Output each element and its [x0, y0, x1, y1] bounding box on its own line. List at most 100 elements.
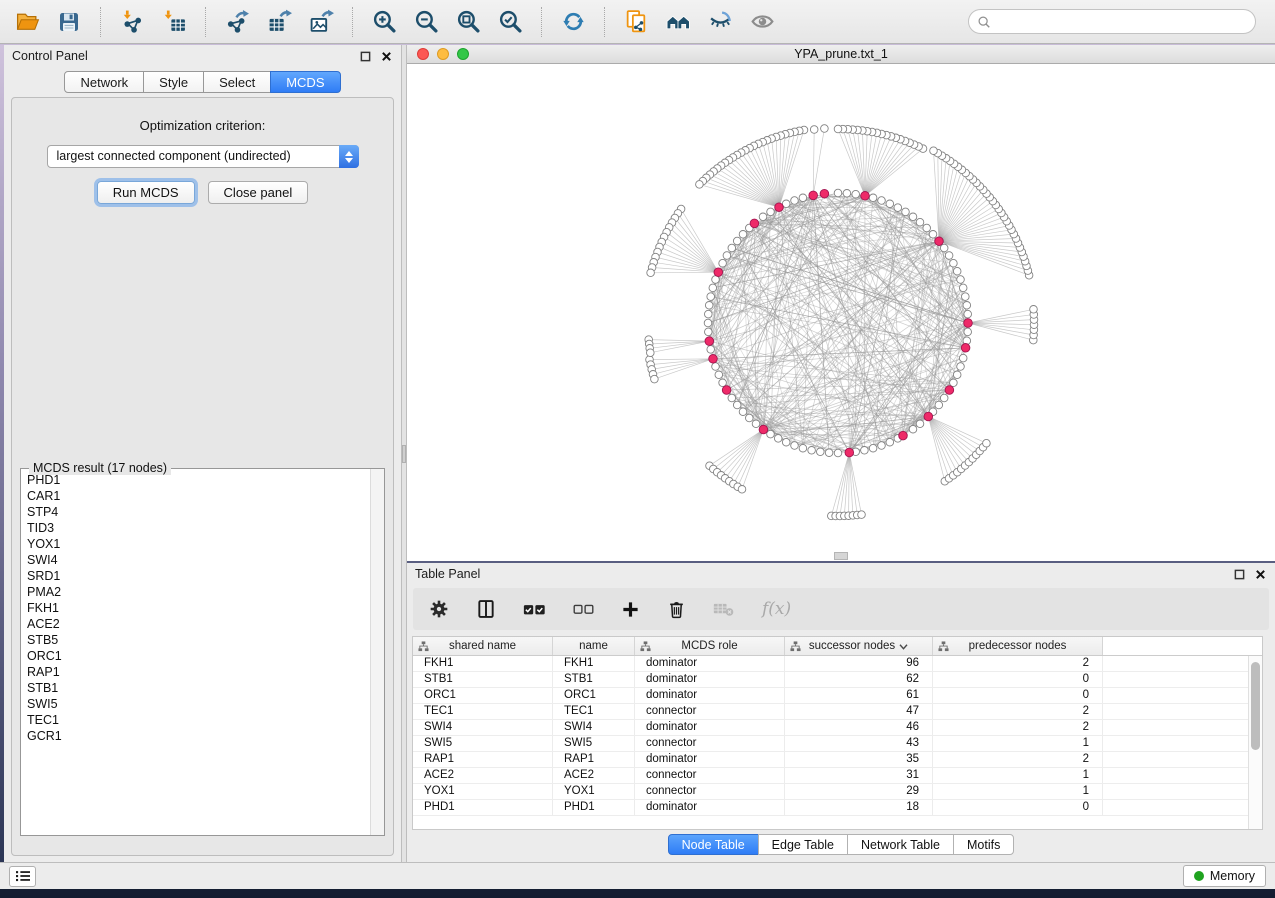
deselect-all-rows-button[interactable] — [573, 603, 594, 616]
mcds-hub-node[interactable] — [722, 386, 731, 395]
mcds-hub-node[interactable] — [924, 412, 933, 421]
network-node[interactable] — [957, 363, 965, 371]
refresh-view-button[interactable] — [557, 5, 589, 39]
select-all-rows-button[interactable] — [523, 602, 546, 617]
network-node[interactable] — [739, 231, 747, 239]
mcds-hub-node[interactable] — [709, 355, 718, 364]
network-node[interactable] — [705, 302, 713, 310]
network-node[interactable] — [957, 276, 965, 284]
table-scrollbar[interactable] — [1248, 656, 1262, 829]
tab-motifs[interactable]: Motifs — [953, 834, 1014, 855]
network-node[interactable] — [964, 328, 972, 336]
mcds-result-item[interactable]: PMA2 — [21, 584, 370, 600]
network-node[interactable] — [843, 190, 851, 198]
import-network-button[interactable] — [116, 5, 148, 39]
network-node[interactable] — [962, 293, 970, 301]
mcds-hub-node[interactable] — [705, 337, 714, 346]
network-node[interactable] — [774, 435, 782, 443]
export-table-button[interactable] — [263, 5, 295, 39]
close-panel-icon[interactable] — [1253, 567, 1267, 581]
network-node[interactable] — [930, 147, 938, 155]
table-row[interactable]: SWI5SWI5connector431 — [413, 736, 1248, 752]
column-layout-button[interactable] — [476, 599, 496, 619]
zoom-in-button[interactable] — [368, 5, 400, 39]
network-node[interactable] — [950, 259, 958, 267]
mcds-result-item[interactable]: FKH1 — [21, 600, 370, 616]
network-node[interactable] — [647, 269, 655, 277]
mcds-hub-node[interactable] — [750, 219, 759, 228]
settings-gear-button[interactable] — [429, 599, 449, 619]
mcds-result-item[interactable]: RAP1 — [21, 664, 370, 680]
mcds-result-item[interactable]: STB1 — [21, 680, 370, 696]
save-session-button[interactable] — [53, 5, 85, 39]
network-node[interactable] — [959, 354, 967, 362]
network-node[interactable] — [878, 197, 886, 205]
import-table-button[interactable] — [158, 5, 190, 39]
mcds-hub-node[interactable] — [759, 425, 768, 434]
network-node[interactable] — [715, 371, 723, 379]
mcds-hub-node[interactable] — [961, 344, 970, 353]
network-node[interactable] — [916, 218, 924, 226]
mcds-hub-node[interactable] — [809, 191, 818, 200]
network-node[interactable] — [929, 231, 937, 239]
network-node[interactable] — [651, 375, 659, 383]
network-node[interactable] — [935, 401, 943, 409]
network-node[interactable] — [738, 486, 746, 494]
table-row[interactable]: ACE2ACE2connector311 — [413, 768, 1248, 784]
network-node[interactable] — [858, 511, 866, 519]
tab-select[interactable]: Select — [203, 71, 271, 93]
float-panel-icon[interactable] — [1232, 567, 1246, 581]
network-node[interactable] — [894, 204, 902, 212]
mcds-result-item[interactable]: STP4 — [21, 504, 370, 520]
network-node[interactable] — [953, 371, 961, 379]
network-node[interactable] — [909, 213, 917, 221]
mcds-result-item[interactable]: GCR1 — [21, 728, 370, 744]
mcds-hub-node[interactable] — [714, 268, 723, 277]
network-node[interactable] — [704, 319, 712, 327]
network-node[interactable] — [696, 181, 704, 189]
memory-button[interactable]: Memory — [1183, 865, 1266, 887]
network-node[interactable] — [808, 447, 816, 455]
network-node[interactable] — [983, 439, 991, 447]
export-network-button[interactable] — [221, 5, 253, 39]
hide-graphics-details-button[interactable] — [704, 5, 736, 39]
table-row[interactable]: ORC1ORC1dominator610 — [413, 688, 1248, 704]
result-list-scrollbar[interactable] — [370, 469, 384, 835]
function-builder-button[interactable]: f(x) — [762, 599, 791, 619]
search-input[interactable] — [996, 14, 1255, 30]
table-row[interactable]: FKH1FKH1dominator962 — [413, 656, 1248, 672]
tab-style[interactable]: Style — [143, 71, 204, 93]
network-node[interactable] — [817, 448, 825, 456]
run-mcds-button[interactable]: Run MCDS — [97, 181, 195, 204]
mcds-result-item[interactable]: SWI5 — [21, 696, 370, 712]
tab-network-table[interactable]: Network Table — [847, 834, 954, 855]
show-panels-menu-button[interactable] — [9, 866, 36, 887]
criterion-dropdown[interactable]: largest connected component (undirected) — [47, 145, 359, 168]
network-node[interactable] — [791, 442, 799, 450]
mcds-result-item[interactable]: YOX1 — [21, 536, 370, 552]
network-node[interactable] — [945, 252, 953, 260]
network-node[interactable] — [728, 244, 736, 252]
network-node[interactable] — [886, 438, 894, 446]
network-node[interactable] — [733, 237, 741, 245]
mcds-result-item[interactable]: SRD1 — [21, 568, 370, 584]
delete-column-button[interactable] — [667, 600, 686, 619]
mcds-hub-node[interactable] — [845, 448, 854, 457]
close-panel-icon[interactable] — [379, 49, 393, 63]
network-node[interactable] — [709, 284, 717, 292]
network-node[interactable] — [1030, 306, 1038, 314]
mcds-hub-node[interactable] — [775, 203, 784, 212]
network-node[interactable] — [834, 125, 842, 133]
network-node[interactable] — [923, 224, 931, 232]
network-node[interactable] — [647, 349, 655, 357]
mcds-result-item[interactable]: SWI4 — [21, 552, 370, 568]
network-node[interactable] — [707, 293, 715, 301]
network-graph[interactable] — [407, 64, 1273, 561]
zoom-out-button[interactable] — [410, 5, 442, 39]
network-node[interactable] — [767, 208, 775, 216]
network-node[interactable] — [799, 194, 807, 202]
column-header-predecessor-nodes[interactable]: predecessor nodes — [933, 637, 1103, 655]
network-from-file-button[interactable] — [620, 5, 652, 39]
mcds-hub-node[interactable] — [861, 192, 870, 201]
network-node[interactable] — [869, 194, 877, 202]
